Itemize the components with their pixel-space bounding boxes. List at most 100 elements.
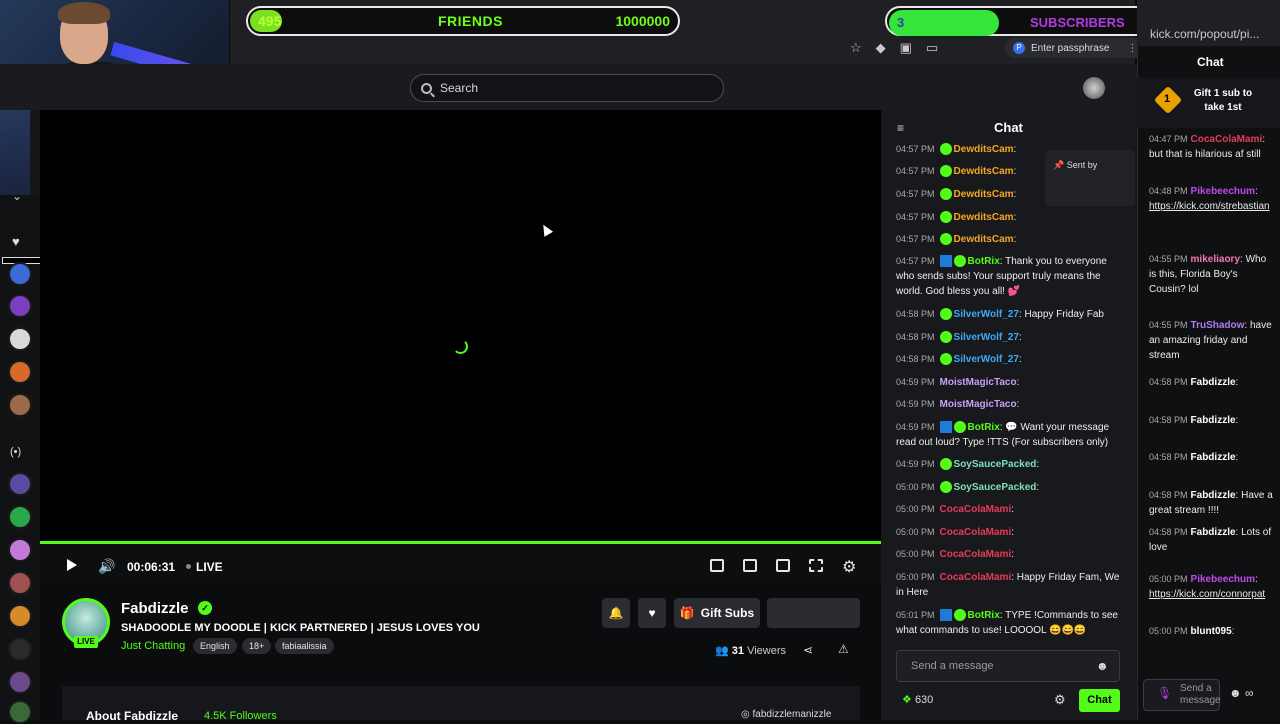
chat-username[interactable]: CocaColaMami <box>940 504 1012 515</box>
report-warning-icon[interactable]: ⚠ <box>838 642 849 656</box>
chat-username[interactable]: Fabdizzle <box>1191 377 1236 388</box>
play-button[interactable] <box>67 559 77 571</box>
infinity-icon[interactable]: ∞ <box>1245 686 1254 700</box>
chat-text: : <box>1011 527 1014 538</box>
volume-icon[interactable]: 🔊 <box>98 558 115 575</box>
chat-username[interactable]: blunt095 <box>1191 626 1232 637</box>
chat-username[interactable]: BotRix <box>968 610 1000 621</box>
chat-username[interactable]: CocaColaMami <box>940 572 1012 583</box>
channel-avatar[interactable] <box>8 571 32 595</box>
chat-text: : <box>1011 504 1014 515</box>
chat-username[interactable]: Pikebeechum <box>1191 574 1255 585</box>
user-avatar[interactable] <box>1083 77 1105 99</box>
channel-avatar[interactable] <box>8 393 32 417</box>
popup-url[interactable]: kick.com/popout/pi... <box>1150 27 1275 41</box>
channel-points[interactable]: ❖ 630 <box>902 693 933 706</box>
chat-username[interactable]: SoySaucePacked <box>954 482 1037 493</box>
channel-avatar[interactable] <box>8 360 32 384</box>
follow-heart-button[interactable]: ♥ <box>638 598 666 628</box>
channel-avatar[interactable] <box>8 294 32 318</box>
microphone-icon[interactable]: 🎙 <box>1157 686 1172 700</box>
chat-username[interactable]: Pikebeechum <box>1191 186 1255 197</box>
message-timestamp: 04:57 PM <box>896 212 935 222</box>
send-chat-button[interactable]: Chat <box>1079 689 1120 712</box>
channel-avatar[interactable] <box>8 472 32 496</box>
chat-username[interactable]: BotRix <box>968 256 1000 267</box>
subscribe-button[interactable] <box>767 598 860 628</box>
chat-username[interactable]: Fabdizzle <box>1191 490 1236 501</box>
channel-avatar[interactable] <box>8 262 32 286</box>
chat-username[interactable]: CocaColaMami <box>1191 134 1263 145</box>
popout-chat-message: 05:00 PM Pikebeechum: https://kick.com/con… <box>1149 572 1273 602</box>
chat-link[interactable]: https://kick.com/strebastian <box>1149 201 1270 212</box>
pinned-message[interactable]: 📌 Sent by <box>1045 150 1135 206</box>
gear-icon[interactable]: ⚙ <box>842 557 856 577</box>
theater-mode-icon[interactable] <box>776 559 790 572</box>
share-icon[interactable]: ⋖ <box>803 643 813 657</box>
notification-bell-button[interactable]: 🔔 <box>602 598 630 628</box>
search-box[interactable] <box>410 74 724 102</box>
channel-avatar[interactable] <box>8 637 32 661</box>
emoji-icon[interactable]: ☻ <box>1096 659 1109 673</box>
chat-username[interactable]: MoistMagicTaco <box>940 399 1017 410</box>
extension-icon[interactable]: ◆ <box>876 40 886 56</box>
chat-username[interactable]: SilverWolf_27 <box>954 309 1019 320</box>
chat-title: Chat <box>994 120 1023 135</box>
tag[interactable]: fabiaalissia <box>275 638 334 654</box>
star-icon[interactable]: ☆ <box>850 40 862 56</box>
chat-link[interactable]: https://kick.com/connorpat <box>1149 589 1265 600</box>
chat-username[interactable]: DewditsCam <box>954 189 1014 200</box>
chat-username[interactable]: mikeliaory <box>1191 254 1240 265</box>
chat-username[interactable]: Fabdizzle <box>1191 527 1236 538</box>
chat-username[interactable]: SoySaucePacked <box>954 459 1037 470</box>
chat-username[interactable]: DewditsCam <box>954 144 1014 155</box>
video-player[interactable] <box>40 110 881 542</box>
menu-dots-icon[interactable]: ⋮ <box>1127 43 1137 54</box>
channel-avatar[interactable] <box>8 327 32 351</box>
gear-icon[interactable]: ⚙ <box>1054 692 1066 708</box>
category-link[interactable]: Just Chatting <box>121 640 185 652</box>
tag[interactable]: 18+ <box>242 638 272 654</box>
cast-icon[interactable]: ▭ <box>926 40 938 56</box>
search-icon <box>421 82 432 94</box>
channel-avatar[interactable] <box>8 700 32 724</box>
bot-badge-icon <box>939 609 952 622</box>
chat-username[interactable]: MoistMagicTaco <box>940 377 1017 388</box>
chat-username[interactable]: BotRix <box>968 422 1000 433</box>
tag[interactable]: English <box>193 638 237 654</box>
chat-username[interactable]: Fabdizzle <box>1191 415 1236 426</box>
gift-subs-button[interactable]: 🎁 Gift Subs <box>674 598 760 628</box>
chat-message-input[interactable] <box>896 650 1120 682</box>
chat-username[interactable]: TruShadow <box>1191 320 1245 331</box>
fullscreen-icon[interactable] <box>809 559 823 572</box>
chat-username[interactable]: DewditsCam <box>954 234 1014 245</box>
channel-avatar[interactable] <box>8 538 32 562</box>
bell-icon: 🔔 <box>608 606 624 620</box>
channel-avatar[interactable] <box>8 670 32 694</box>
popout-chat-input[interactable]: Send a message <box>1143 679 1221 711</box>
channel-avatar[interactable] <box>8 604 32 628</box>
channel-avatar[interactable] <box>8 505 32 529</box>
collapse-chat-icon[interactable]: ≡ <box>897 121 904 135</box>
chat-username[interactable]: DewditsCam <box>954 212 1014 223</box>
chat-username[interactable]: CocaColaMami <box>940 527 1012 538</box>
chat-message: 04:57 PM DewditsCam: <box>896 210 1124 225</box>
chat-username[interactable]: SilverWolf_27 <box>954 332 1019 343</box>
puzzle-icon[interactable]: ▣ <box>900 40 912 56</box>
streamer-name[interactable]: Fabdizzle <box>121 600 189 617</box>
passphrase-extension[interactable]: P Enter passphrase ⋮ <box>1005 38 1146 58</box>
message-timestamp: 04:59 PM <box>896 459 935 469</box>
chat-username[interactable]: CocaColaMami <box>940 549 1012 560</box>
chat-text: : <box>1013 234 1017 245</box>
chevron-down-icon[interactable]: ⌄ <box>12 189 22 203</box>
popout-chat-tools[interactable]: ☻ ∞ <box>1229 686 1254 700</box>
miniplayer-icon[interactable] <box>710 559 724 572</box>
message-timestamp: 04:59 PM <box>896 377 935 387</box>
search-input[interactable] <box>440 81 710 95</box>
settings-icon[interactable]: ☻ <box>1229 686 1242 700</box>
chat-username[interactable]: Fabdizzle <box>1191 452 1236 463</box>
chat-username[interactable]: SilverWolf_27 <box>954 354 1019 365</box>
chat-username[interactable]: DewditsCam <box>954 166 1014 177</box>
clip-icon[interactable] <box>743 559 757 572</box>
instagram-link[interactable]: ◎ fabdizzlemanizzle <box>741 709 831 720</box>
